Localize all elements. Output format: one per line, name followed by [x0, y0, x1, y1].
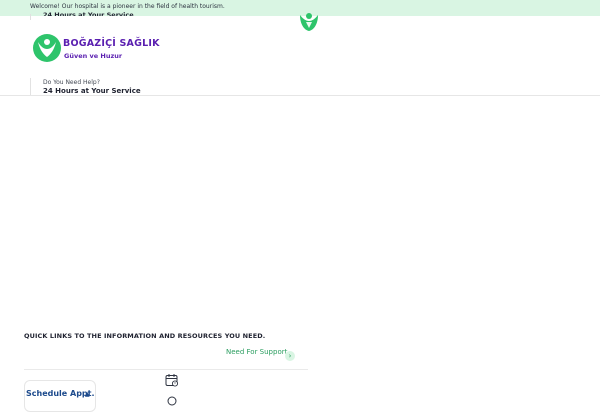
- chevron-right-icon[interactable]: ›: [285, 351, 295, 361]
- brand-logo-icon[interactable]: [32, 33, 62, 63]
- help-label: Do You Need Help?: [43, 79, 100, 86]
- welcome-text: Welcome! Our hospital is a pioneer in th…: [30, 3, 225, 10]
- calendar-icon[interactable]: [165, 373, 179, 387]
- need-support-link[interactable]: Need For Support: [226, 348, 287, 356]
- clock-icon: [167, 396, 177, 406]
- center-logo-icon[interactable]: [298, 12, 320, 32]
- ghost-hours-text: 24 Hours at Your Service: [43, 11, 134, 16]
- help-divider: [30, 78, 31, 95]
- brand-name[interactable]: BOĞAZİÇİ SAĞLIK: [63, 38, 160, 49]
- header-bottom-rule: [0, 95, 600, 96]
- header-divider: [30, 14, 31, 20]
- quick-links-title: QUICK LINKS TO THE INFORMATION AND RESOU…: [24, 332, 266, 340]
- brand-tagline: Güven ve Huzur: [64, 52, 123, 60]
- caret-icon: ▲: [85, 391, 90, 398]
- help-hours: 24 Hours at Your Service: [43, 87, 141, 95]
- quick-links-divider: [24, 369, 308, 370]
